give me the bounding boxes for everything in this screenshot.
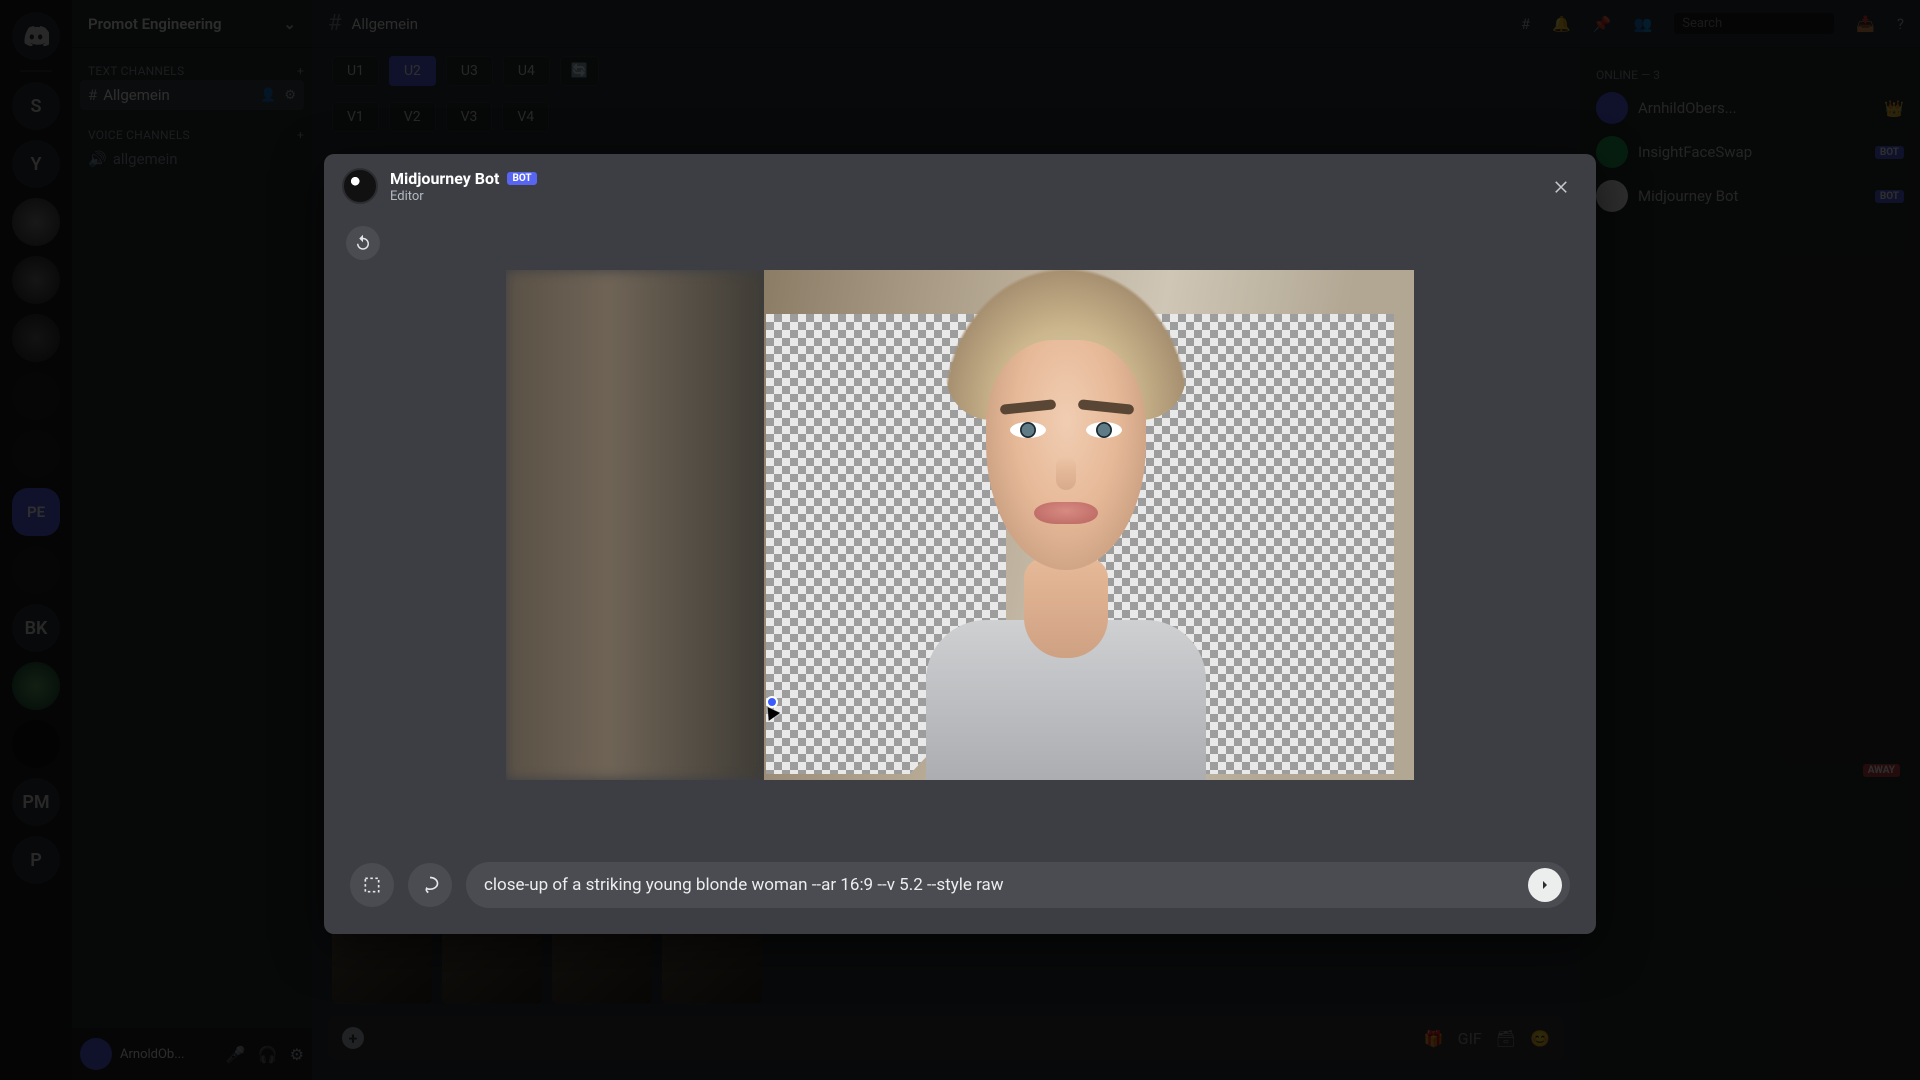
erased-region bbox=[1074, 314, 1394, 774]
image-background-left bbox=[506, 270, 766, 780]
modal-header: Midjourney Bot BOT Editor bbox=[324, 154, 1596, 210]
modal-footer: close-up of a striking young blonde woma… bbox=[324, 840, 1596, 934]
erased-region bbox=[766, 314, 1006, 774]
bot-name: Midjourney Bot bbox=[390, 169, 499, 188]
close-button[interactable] bbox=[1544, 169, 1578, 203]
bot-avatar bbox=[342, 168, 378, 204]
bot-badge: BOT bbox=[507, 172, 536, 185]
prompt-input[interactable]: close-up of a striking young blonde woma… bbox=[466, 862, 1570, 908]
marquee-icon bbox=[362, 875, 382, 895]
lasso-tool-button[interactable] bbox=[408, 863, 452, 907]
arrow-right-icon bbox=[1537, 877, 1553, 893]
modal-subtitle: Editor bbox=[390, 189, 537, 204]
undo-button[interactable] bbox=[346, 226, 380, 260]
submit-button[interactable] bbox=[1528, 868, 1562, 902]
editor-canvas-area bbox=[324, 210, 1596, 840]
editor-modal: Midjourney Bot BOT Editor bbox=[324, 154, 1596, 934]
close-icon bbox=[1552, 177, 1570, 195]
marquee-tool-button[interactable] bbox=[350, 863, 394, 907]
editor-canvas[interactable] bbox=[506, 270, 1414, 780]
lasso-icon bbox=[420, 875, 440, 895]
prompt-text: close-up of a striking young blonde woma… bbox=[484, 875, 1516, 895]
undo-icon bbox=[354, 234, 372, 252]
